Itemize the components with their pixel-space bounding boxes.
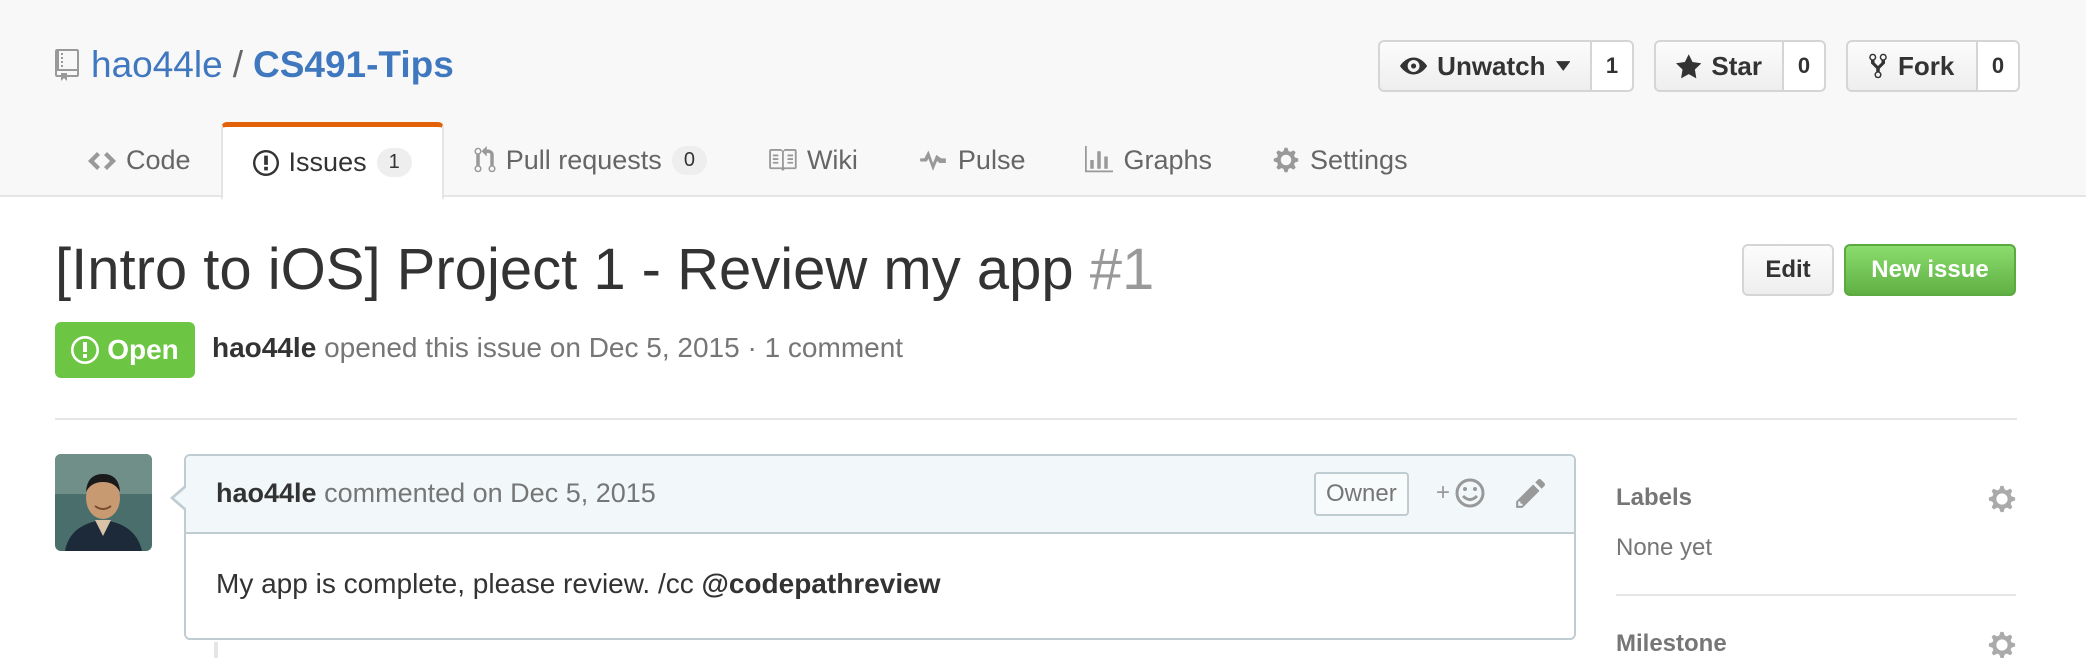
milestone-heading[interactable]: Milestone bbox=[1616, 630, 2016, 658]
tab-pulse[interactable]: Pulse bbox=[888, 122, 1056, 198]
tab-settings-label: Settings bbox=[1310, 144, 1408, 175]
book-icon bbox=[769, 149, 797, 171]
sidebar-labels: Labels None yet bbox=[1616, 484, 2016, 562]
star-count[interactable]: 0 bbox=[1784, 40, 1826, 92]
issue-state-badge: Open bbox=[55, 322, 195, 378]
star-icon bbox=[1676, 54, 1702, 79]
comment-header: hao44le commented on Dec 5, 2015 Owner + bbox=[186, 456, 1574, 534]
pulse-icon bbox=[920, 150, 946, 171]
watch-group: Unwatch 1 bbox=[1378, 40, 1634, 92]
issue-opened-icon bbox=[71, 336, 100, 364]
tab-settings[interactable]: Settings bbox=[1242, 122, 1438, 198]
gear-icon[interactable] bbox=[1988, 484, 2016, 514]
watch-count[interactable]: 1 bbox=[1592, 40, 1634, 92]
tab-graphs-label: Graphs bbox=[1123, 144, 1213, 175]
user-mention-link[interactable]: @codepathreview bbox=[702, 568, 941, 599]
pulls-counter: 0 bbox=[671, 145, 707, 175]
triangle-down-icon bbox=[1555, 61, 1570, 71]
gear-icon bbox=[1273, 147, 1299, 173]
tab-pull-requests-label: Pull requests bbox=[505, 144, 662, 175]
gear-icon[interactable] bbox=[1988, 630, 2016, 658]
issue-number: #1 bbox=[1089, 237, 1155, 302]
sidebar-milestone: Milestone bbox=[1616, 630, 2016, 658]
smiley-icon[interactable]: + bbox=[1436, 476, 1490, 510]
issue-state-label: Open bbox=[107, 334, 179, 365]
issue-author-link[interactable]: hao44le bbox=[212, 332, 316, 363]
comment: hao44le commented on Dec 5, 2015 Owner +… bbox=[170, 454, 1576, 640]
tab-issues-label: Issues bbox=[288, 147, 367, 177]
tab-wiki-label: Wiki bbox=[806, 144, 858, 175]
repo-name-link[interactable]: CS491-Tips bbox=[253, 44, 454, 86]
fork-button[interactable]: Fork bbox=[1846, 40, 1978, 92]
comment-body: My app is complete, please review. /cc @… bbox=[216, 568, 940, 600]
repo-icon bbox=[55, 49, 79, 81]
path-separator: / bbox=[232, 44, 243, 85]
labels-value: None yet bbox=[1616, 534, 1713, 561]
issue-opened-icon bbox=[252, 149, 279, 176]
issue-title-text: [Intro to iOS] Project 1 - Review my app bbox=[55, 237, 1074, 302]
sidebar-divider bbox=[1616, 594, 2016, 596]
star-button[interactable]: Star bbox=[1654, 40, 1784, 92]
git-pull-request-icon bbox=[474, 146, 496, 173]
labels-heading[interactable]: Labels bbox=[1616, 484, 2016, 512]
unwatch-label: Unwatch bbox=[1437, 50, 1546, 81]
fork-label: Fork bbox=[1898, 50, 1955, 81]
repo-forked-icon bbox=[1869, 53, 1887, 79]
repo-title: hao44le / CS491-Tips bbox=[55, 42, 454, 88]
tab-pulse-label: Pulse bbox=[957, 144, 1026, 175]
issue-meta-text: opened this issue on Dec 5, 2015 · 1 com… bbox=[324, 332, 904, 363]
tab-graphs[interactable]: Graphs bbox=[1055, 122, 1242, 198]
fork-count[interactable]: 0 bbox=[1978, 40, 2020, 92]
star-group: Star 0 bbox=[1654, 40, 1826, 92]
timeline-line bbox=[214, 642, 218, 658]
tab-issues[interactable]: Issues 1 bbox=[220, 122, 444, 200]
tab-pull-requests[interactable]: Pull requests 0 bbox=[444, 122, 737, 198]
new-issue-button[interactable]: New issue bbox=[1844, 244, 2016, 296]
pencil-icon[interactable] bbox=[1516, 476, 1546, 510]
issue-title: [Intro to iOS] Project 1 - Review my app… bbox=[55, 236, 1154, 303]
star-label: Star bbox=[1711, 50, 1762, 81]
repo-header: hao44le / CS491-Tips Unwatch 1 Star 0 Fo… bbox=[0, 0, 2086, 200]
avatar[interactable] bbox=[55, 454, 152, 551]
edit-button[interactable]: Edit bbox=[1742, 244, 1834, 296]
header-divider bbox=[55, 418, 2017, 420]
code-icon bbox=[88, 152, 116, 170]
svg-text:+: + bbox=[1436, 479, 1450, 506]
eye-icon bbox=[1400, 57, 1428, 75]
issue-meta: hao44le opened this issue on Dec 5, 2015… bbox=[212, 332, 903, 364]
repo-nav: Code Issues 1 Pull requests 0 Wiki Pulse… bbox=[58, 122, 1438, 200]
owner-label: Owner bbox=[1314, 472, 1409, 516]
fork-group: Fork 0 bbox=[1846, 40, 2020, 92]
comment-timestamp[interactable]: commented on Dec 5, 2015 bbox=[324, 478, 656, 508]
graph-icon bbox=[1085, 146, 1114, 173]
tab-wiki[interactable]: Wiki bbox=[737, 122, 888, 198]
tab-code[interactable]: Code bbox=[58, 122, 221, 198]
comment-header-text: hao44le commented on Dec 5, 2015 bbox=[216, 478, 656, 509]
comment-body-text: My app is complete, please review. /cc bbox=[216, 568, 702, 599]
comment-author-link[interactable]: hao44le bbox=[216, 478, 317, 508]
unwatch-button[interactable]: Unwatch bbox=[1378, 40, 1592, 92]
repo-owner-link[interactable]: hao44le bbox=[91, 44, 223, 86]
tab-code-label: Code bbox=[126, 144, 191, 175]
issues-counter: 1 bbox=[376, 148, 412, 177]
